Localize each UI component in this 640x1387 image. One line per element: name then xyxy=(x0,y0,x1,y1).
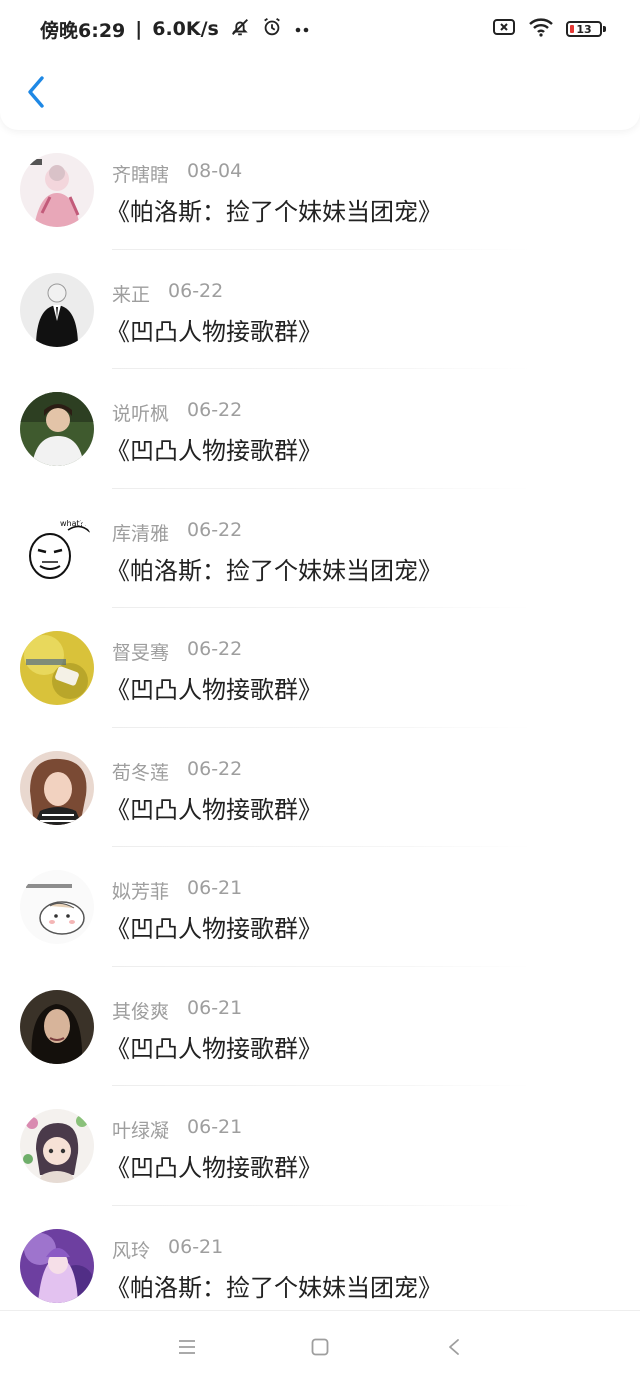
avatar xyxy=(20,153,94,227)
item-meta: 督旻骞 06-22 xyxy=(112,638,242,665)
item-meta: 风玲 06-21 xyxy=(112,1236,223,1263)
sender-name: 齐瞎瞎 xyxy=(112,164,170,186)
item-date: 06-22 xyxy=(187,399,243,421)
item-date: 06-21 xyxy=(187,996,243,1019)
sender-name: 其俊爽 xyxy=(112,1000,170,1023)
item-title: 《凹凸人物接歌群》 xyxy=(106,437,322,465)
svg-text:what??: what?? xyxy=(60,519,88,528)
item-title: 《凹凸人物接歌群》 xyxy=(106,676,322,704)
battery-icon: 13 xyxy=(566,21,606,37)
sender-name: 荀冬莲 xyxy=(112,761,170,784)
battery-percent: 13 xyxy=(576,22,592,36)
sender-name: 叶绿凝 xyxy=(112,1120,170,1142)
status-right: 13 xyxy=(492,16,606,42)
sender-name: 风玲 xyxy=(112,1239,151,1262)
avatar xyxy=(20,989,94,1064)
avatar xyxy=(20,272,94,347)
sender-name: 督旻骞 xyxy=(112,642,170,664)
list-item[interactable]: 督旻骞 06-22 《凹凸人物接歌群》 xyxy=(0,608,640,728)
list-item[interactable]: 荀冬莲 06-22 《凹凸人物接歌群》 xyxy=(0,728,640,847)
avatar xyxy=(20,870,94,944)
list-item[interactable]: 齐瞎瞎 08-04 《帕洛斯：捡了个妹妹当团宠》 xyxy=(0,130,640,250)
item-meta: 来正 06-22 xyxy=(112,280,223,307)
avatar xyxy=(20,392,94,466)
sim-x-icon xyxy=(492,18,516,40)
chevron-left-icon xyxy=(25,75,47,113)
item-date: 06-21 xyxy=(168,1235,224,1258)
system-back-button[interactable] xyxy=(442,1337,466,1361)
item-title: 《凹凸人物接歌群》 xyxy=(106,1154,322,1182)
item-title: 《凹凸人物接歌群》 xyxy=(106,915,322,943)
battery-level-fill xyxy=(570,25,574,33)
list-item[interactable]: 来正 06-22 《凹凸人物接歌群》 xyxy=(0,250,640,369)
item-date: 06-22 xyxy=(168,279,224,302)
clock-text: 傍晚6:29 xyxy=(40,19,126,42)
item-meta: 叶绿凝 06-21 xyxy=(112,1116,242,1143)
system-nav-bar xyxy=(0,1310,640,1387)
item-title: 《帕洛斯：捡了个妹妹当团宠》 xyxy=(106,556,442,585)
item-title: 《帕洛斯：捡了个妹妹当团宠》 xyxy=(106,1273,442,1302)
home-button[interactable] xyxy=(308,1337,332,1361)
header: 傍晚6:29 | 6.0K/s 13 xyxy=(0,0,640,130)
item-date: 06-21 xyxy=(187,877,243,899)
alarm-icon xyxy=(261,16,283,43)
item-meta: 齐瞎瞎 08-04 xyxy=(112,160,242,187)
item-date: 06-22 xyxy=(187,757,243,780)
avatar xyxy=(20,1109,94,1183)
status-bar: 傍晚6:29 | 6.0K/s 13 xyxy=(0,0,640,58)
item-title: 《凹凸人物接歌群》 xyxy=(106,1034,322,1063)
item-title: 《帕洛斯：捡了个妹妹当团宠》 xyxy=(106,198,442,226)
square-home-icon xyxy=(311,1338,329,1360)
item-date: 06-22 xyxy=(187,518,243,541)
item-meta: 库清雅 06-22 xyxy=(112,519,242,546)
item-meta: 姒芳菲 06-21 xyxy=(112,877,242,904)
avatar xyxy=(20,1228,94,1303)
network-speed: 6.0K/s xyxy=(152,18,219,40)
list-item[interactable]: 其俊爽 06-21 《凹凸人物接歌群》 xyxy=(0,967,640,1086)
message-list: 齐瞎瞎 08-04 《帕洛斯：捡了个妹妹当团宠》 来正 06-22 《凹凸人物接… xyxy=(0,130,640,1325)
menu-button[interactable] xyxy=(175,1337,199,1361)
back-triangle-icon xyxy=(447,1338,461,1360)
wifi-icon xyxy=(528,17,554,41)
avatar xyxy=(20,750,94,825)
list-item[interactable]: 姒芳菲 06-21 《凹凸人物接歌群》 xyxy=(0,847,640,967)
menu-icon xyxy=(178,1339,196,1359)
item-date: 06-21 xyxy=(187,1116,243,1138)
nav-bar xyxy=(0,58,640,130)
avatar xyxy=(20,631,94,705)
list-item[interactable]: 叶绿凝 06-21 《凹凸人物接歌群》 xyxy=(0,1086,640,1206)
back-button[interactable] xyxy=(18,74,54,114)
sender-name: 姒芳菲 xyxy=(112,881,170,903)
sender-name: 说听枫 xyxy=(112,403,170,425)
item-date: 08-04 xyxy=(187,160,243,182)
more-dots-icon xyxy=(293,18,311,40)
list-item[interactable]: 说听枫 06-22 《凹凸人物接歌群》 xyxy=(0,369,640,489)
battery-nub xyxy=(603,26,606,32)
avatar: what?? xyxy=(20,511,94,586)
item-meta: 荀冬莲 06-22 xyxy=(112,758,242,785)
sender-name: 来正 xyxy=(112,283,151,306)
status-left: 傍晚6:29 | 6.0K/s xyxy=(40,16,311,42)
sender-name: 库清雅 xyxy=(112,522,170,545)
item-meta: 其俊爽 06-21 xyxy=(112,997,242,1024)
item-date: 06-22 xyxy=(187,638,243,660)
item-title: 《凹凸人物接歌群》 xyxy=(106,317,322,346)
separator: | xyxy=(135,18,143,40)
mute-bell-icon xyxy=(229,16,251,43)
list-item[interactable]: what?? 库清雅 06-22 《帕洛斯：捡了个妹妹当团宠》 xyxy=(0,489,640,608)
item-meta: 说听枫 06-22 xyxy=(112,399,242,426)
item-title: 《凹凸人物接歌群》 xyxy=(106,795,322,824)
list-item[interactable]: 风玲 06-21 《帕洛斯：捡了个妹妹当团宠》 xyxy=(0,1206,640,1326)
